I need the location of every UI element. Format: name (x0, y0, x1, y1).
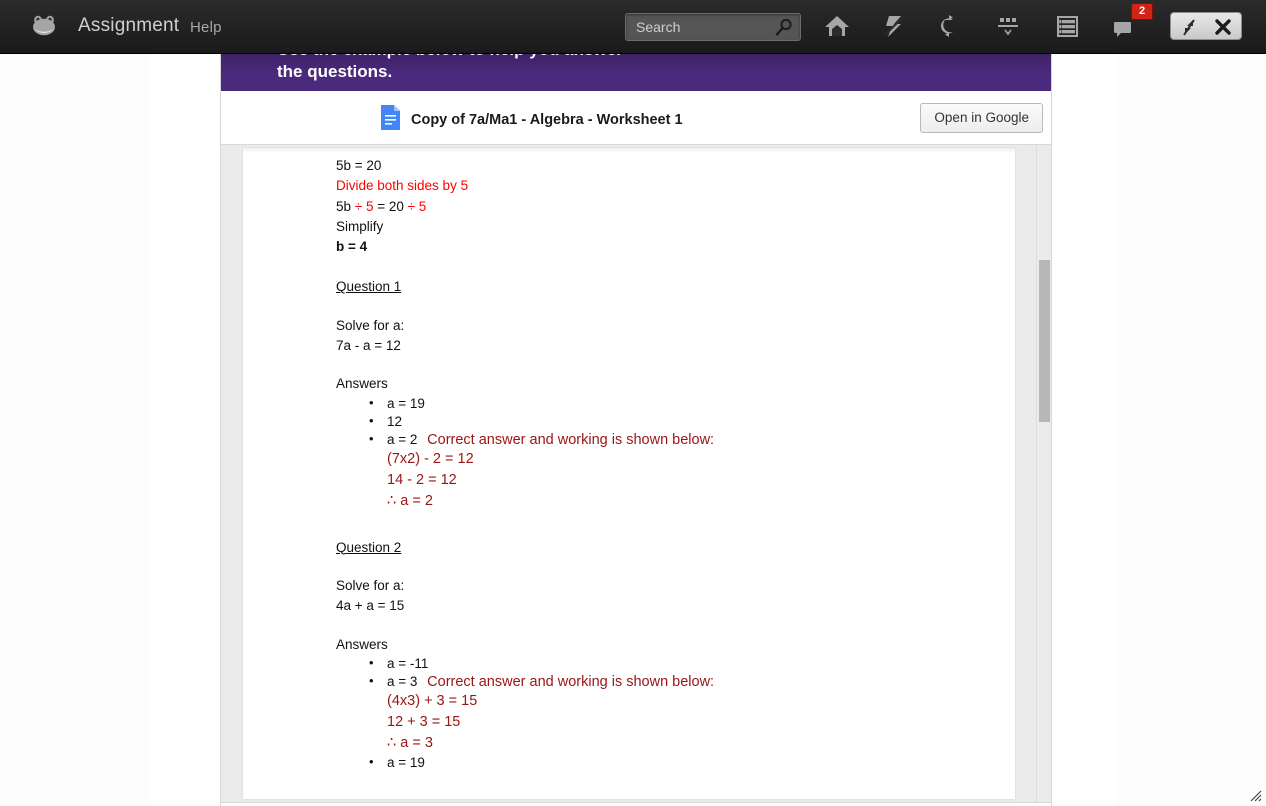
sync-icon[interactable] (932, 11, 966, 41)
question-2-equation: 4a + a = 15 (336, 598, 405, 614)
question-1-working: (7x2) - 2 = 12 14 - 2 = 12 ∴ a = 2 (387, 449, 976, 512)
example-line-3: 5b ÷ 5 = 20 ÷ 5 (336, 197, 976, 217)
list-item[interactable]: a = 3 Correct answer and working is show… (369, 672, 976, 754)
example-line-3-part-c: = 20 (373, 198, 408, 214)
window-controls (1170, 12, 1242, 40)
question-2-answers-list: a = -11 a = 3 Correct answer and working… (336, 654, 976, 772)
question-2-option-3: a = 19 (387, 754, 425, 770)
close-x-icon[interactable] (1207, 15, 1239, 39)
list-item[interactable]: a = -11 (369, 654, 976, 673)
document-content: 5b = 20 Divide both sides by 5 5b ÷ 5 = … (336, 156, 976, 772)
app-window: Assignment Help Search 2 the questions. … (0, 0, 1266, 806)
example-line-1: 5b = 20 (336, 158, 382, 173)
question-2-option-2: a = 3 (387, 673, 418, 689)
list-item[interactable]: 12 (369, 412, 976, 431)
open-in-google-button[interactable]: Open in Google (920, 103, 1043, 133)
question-2-answers-label: Answers (336, 636, 388, 652)
question-1-correct-note: Correct answer and working is shown belo… (427, 431, 715, 448)
document-viewport: 5b = 20 Divide both sides by 5 5b ÷ 5 = … (221, 145, 1051, 802)
list-checklist-icon[interactable] (1050, 11, 1084, 41)
frog-logo-icon[interactable] (30, 14, 58, 38)
grid-dropdown-icon[interactable] (991, 11, 1025, 41)
example-line-3-part-b: ÷ 5 (354, 198, 374, 214)
list-item[interactable]: a = 19 (369, 394, 976, 413)
chat-unread-badge: 2 (1131, 3, 1153, 20)
page-top-shade (243, 148, 1015, 153)
instruction-banner-clipped-line: Use the example below to help you answer (277, 54, 1037, 60)
document-footer: Submit Activity (221, 802, 1051, 806)
nav-assignment[interactable]: Assignment (78, 15, 179, 37)
list-item[interactable]: a = 2 Correct answer and working is show… (369, 430, 976, 512)
question-1-working-line-3: ∴ a = 2 (387, 492, 433, 509)
question-1-option-1: a = 19 (387, 395, 425, 411)
document-page: 5b = 20 Divide both sides by 5 5b ÷ 5 = … (243, 148, 1015, 799)
home-icon[interactable] (820, 11, 854, 41)
question-2-option-1: a = -11 (387, 655, 429, 671)
question-1-equation: 7a - a = 12 (336, 338, 401, 354)
example-line-4: Simplify (336, 218, 384, 234)
resize-grip-icon[interactable] (1246, 786, 1262, 802)
question-2-heading: Question 2 (336, 539, 402, 555)
example-line-2: Divide both sides by 5 (336, 178, 469, 194)
document-scrollbar-track[interactable] (1036, 145, 1051, 802)
instruction-banner-line: the questions. (277, 62, 393, 81)
question-1-working-line-2: 14 - 2 = 12 (387, 471, 457, 488)
document-header: Copy of 7a/Ma1 - Algebra - Worksheet 1 O… (221, 91, 1051, 145)
list-item[interactable]: a = 19 (369, 753, 976, 772)
bolt-icon[interactable] (877, 11, 911, 41)
search-input[interactable] (634, 18, 768, 36)
assignment-card: Use the example below to help you answer… (150, 54, 1116, 806)
instruction-banner: Use the example below to help you answer… (221, 54, 1051, 91)
document-title: Copy of 7a/Ma1 - Algebra - Worksheet 1 (411, 112, 683, 128)
question-2-working-line-3: ∴ a = 3 (387, 734, 433, 751)
example-line-3-part-a: 5b (336, 198, 355, 214)
google-doc-icon (381, 105, 400, 130)
question-2-working-line-2: 12 + 3 = 15 (387, 713, 461, 730)
question-2-prompt: Solve for a: (336, 577, 405, 593)
document-scrollbar-thumb[interactable] (1039, 260, 1050, 422)
question-1-prompt: Solve for a: (336, 317, 405, 333)
question-1-option-2: 12 (387, 413, 403, 429)
search-icon[interactable] (775, 18, 793, 37)
question-1-answers-label: Answers (336, 376, 388, 392)
question-1-option-3: a = 2 (387, 431, 418, 447)
example-line-5: b = 4 (336, 239, 368, 255)
example-line-3-part-d: ÷ 5 (407, 198, 427, 214)
question-1-working-line-1: (7x2) - 2 = 12 (387, 450, 474, 467)
question-2-correct-note: Correct answer and working is shown belo… (427, 673, 715, 690)
question-1-heading: Question 1 (336, 279, 402, 295)
nav-help[interactable]: Help (190, 19, 222, 36)
question-2-working: (4x3) + 3 = 15 12 + 3 = 15 ∴ a = 3 (387, 691, 976, 754)
restore-arrows-icon[interactable] (1173, 15, 1205, 39)
top-navigation-bar: Assignment Help Search 2 (0, 0, 1266, 54)
question-2-working-line-1: (4x3) + 3 = 15 (387, 692, 478, 709)
question-1-answers-list: a = 19 12 a = 2 Correct answer and worki… (336, 394, 976, 512)
card-right-border (1051, 54, 1052, 806)
search-box[interactable] (625, 13, 801, 41)
